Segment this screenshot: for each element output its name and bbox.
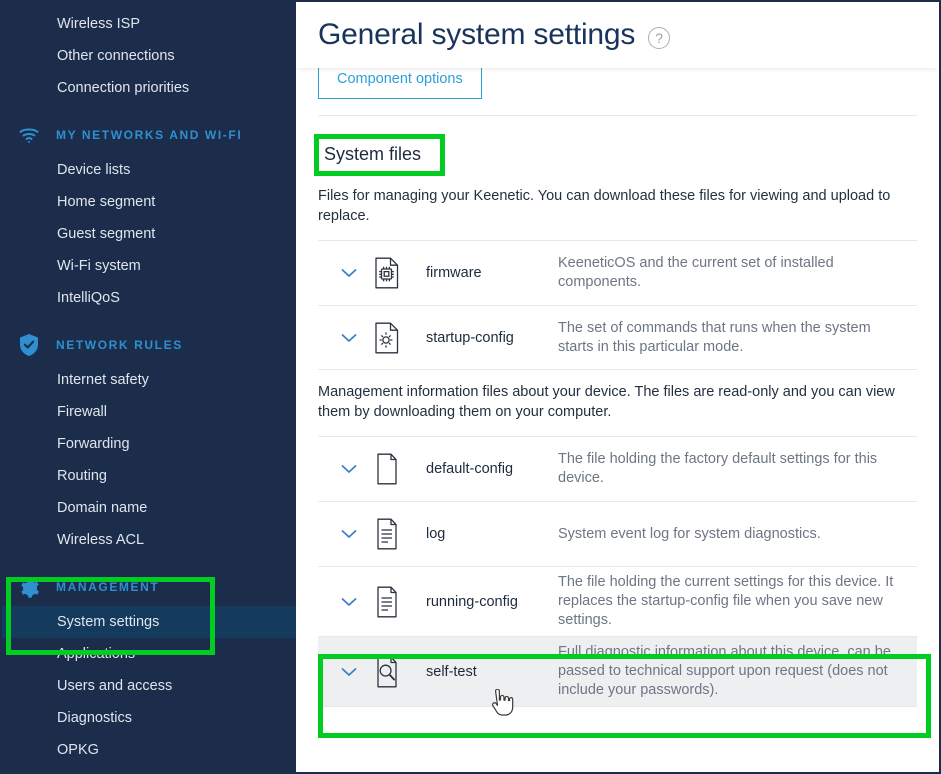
- divider: [318, 115, 917, 116]
- magnifier-document-icon: [366, 656, 408, 688]
- sidebar-item-label: Forwarding: [57, 436, 130, 452]
- sidebar-section-label: MY NETWORKS AND WI-FI: [56, 128, 243, 142]
- file-name: startup-config: [426, 329, 514, 346]
- system-files-heading: System files: [324, 144, 422, 164]
- sidebar-item-guest-segment[interactable]: Guest segment: [2, 218, 296, 250]
- keenetic-web-ui: Wireless ISP Other connections Connectio…: [0, 0, 941, 774]
- system-files-intro: Files for managing your Keenetic. You ca…: [318, 188, 891, 224]
- page-header: General system settings ?: [296, 2, 939, 68]
- sidebar-item-firewall[interactable]: Firewall: [2, 396, 296, 428]
- gear-icon: [16, 574, 42, 600]
- sidebar-item-wireless-isp[interactable]: Wireless ISP: [2, 8, 296, 40]
- sidebar-item-label: Routing: [57, 468, 107, 484]
- blank-document-icon: [366, 453, 408, 485]
- sidebar-item-wifi-system[interactable]: Wi-Fi system: [2, 250, 296, 282]
- file-description: KeeneticOS and the current set of instal…: [558, 255, 834, 290]
- shield-check-icon: [16, 332, 42, 358]
- sidebar-item-label: Device lists: [57, 162, 131, 178]
- sidebar-item-label: Wireless ACL: [57, 532, 145, 548]
- lined-document-icon: [366, 586, 408, 618]
- sidebar-item-diagnostics[interactable]: Diagnostics: [2, 702, 296, 734]
- sidebar-item-label: Home segment: [57, 194, 156, 210]
- file-row-log[interactable]: log System event log for system diagnost…: [318, 501, 917, 566]
- file-name: running-config: [426, 593, 518, 610]
- sidebar-item-label: Domain name: [57, 500, 148, 516]
- sidebar-item-label: Users and access: [57, 678, 173, 694]
- sidebar-item-users-and-access[interactable]: Users and access: [2, 670, 296, 702]
- chevron-down-icon[interactable]: [332, 464, 366, 474]
- file-description: The file holding the factory default set…: [558, 451, 878, 486]
- file-row-default-config[interactable]: default-config The file holding the fact…: [318, 436, 917, 501]
- sidebar-item-label: Diagnostics: [57, 710, 132, 726]
- sidebar-item-internet-safety[interactable]: Internet safety: [2, 364, 296, 396]
- sidebar-item-label: Connection priorities: [57, 80, 190, 96]
- sidebar-item-system-settings[interactable]: System settings: [2, 606, 296, 638]
- chevron-down-icon[interactable]: [332, 268, 366, 278]
- readonly-files-intro: Management information files about your …: [318, 384, 895, 420]
- main-content: General system settings ? Component opti…: [296, 2, 939, 772]
- sidebar-item-forwarding[interactable]: Forwarding: [2, 428, 296, 460]
- file-name: log: [426, 526, 446, 542]
- sidebar-item-label: Internet safety: [57, 372, 149, 388]
- sidebar-item-label: Other connections: [57, 48, 175, 64]
- sidebar-item-intelliqos[interactable]: IntelliQoS: [2, 282, 296, 314]
- sidebar-item-home-segment[interactable]: Home segment: [2, 186, 296, 218]
- sidebar-item-label: IntelliQoS: [57, 290, 120, 306]
- file-row-firmware[interactable]: firmware KeeneticOS and the current set …: [318, 240, 917, 305]
- sidebar-item-label: Applications: [57, 646, 136, 662]
- chevron-down-icon[interactable]: [332, 667, 366, 677]
- sidebar-item-label: Wi-Fi system: [57, 258, 141, 274]
- sidebar-section-label: NETWORK RULES: [56, 338, 183, 352]
- question-mark-icon[interactable]: ?: [648, 27, 671, 49]
- sidebar-item-label: System settings: [57, 614, 160, 630]
- sidebar-item-other-connections[interactable]: Other connections: [2, 40, 296, 72]
- sidebar-item-label: Firewall: [57, 404, 107, 420]
- sidebar-section-network-rules: NETWORK RULES: [2, 326, 296, 364]
- file-name: firmware: [426, 265, 482, 281]
- file-row-running-config[interactable]: running-config The file holding the curr…: [318, 566, 917, 636]
- sidebar-item-wireless-acl[interactable]: Wireless ACL: [2, 524, 296, 556]
- sidebar-navigation[interactable]: Wireless ISP Other connections Connectio…: [2, 2, 296, 772]
- file-description: The file holding the current settings fo…: [558, 574, 894, 628]
- sidebar-item-label: Guest segment: [57, 226, 156, 242]
- file-row-startup-config[interactable]: startup-config The set of commands that …: [318, 305, 917, 370]
- system-files-heading-wrap: System files: [314, 134, 446, 176]
- chevron-down-icon[interactable]: [332, 529, 366, 539]
- sidebar-item-device-lists[interactable]: Device lists: [2, 154, 296, 186]
- file-row-self-test[interactable]: self-test Full diagnostic information ab…: [318, 636, 917, 707]
- sidebar-item-applications[interactable]: Applications: [2, 638, 296, 670]
- chevron-down-icon[interactable]: [332, 597, 366, 607]
- file-description: The set of commands that runs when the s…: [558, 319, 871, 355]
- chip-document-icon: [366, 257, 408, 289]
- sidebar-item-label: Wireless ISP: [57, 16, 140, 32]
- lined-document-icon: [366, 518, 408, 550]
- readonly-files-list: default-config The file holding the fact…: [318, 436, 917, 707]
- sidebar-section-label: MANAGEMENT: [56, 580, 160, 594]
- gear-document-icon: [366, 322, 408, 354]
- sidebar-item-routing[interactable]: Routing: [2, 460, 296, 492]
- sidebar-item-connection-priorities[interactable]: Connection priorities: [2, 72, 296, 104]
- sidebar-item-opkg[interactable]: OPKG: [2, 734, 296, 766]
- sidebar-section-management: MANAGEMENT: [2, 568, 296, 606]
- file-description: System event log for system diagnostics.: [558, 525, 821, 542]
- page-title: General system settings: [318, 18, 636, 51]
- file-description: Full diagnostic information about this d…: [558, 644, 891, 698]
- chevron-down-icon[interactable]: [332, 333, 366, 343]
- sidebar-item-domain-name[interactable]: Domain name: [2, 492, 296, 524]
- file-name: default-config: [426, 461, 514, 477]
- sidebar-section-my-networks: MY NETWORKS AND WI-FI: [2, 116, 296, 154]
- file-name: self-test: [426, 663, 477, 680]
- sidebar-item-label: OPKG: [57, 742, 99, 758]
- wifi-icon: [16, 122, 42, 148]
- settings-scroll-area: Component options System files Files for…: [296, 60, 939, 772]
- editable-files-list: firmware KeeneticOS and the current set …: [318, 240, 917, 370]
